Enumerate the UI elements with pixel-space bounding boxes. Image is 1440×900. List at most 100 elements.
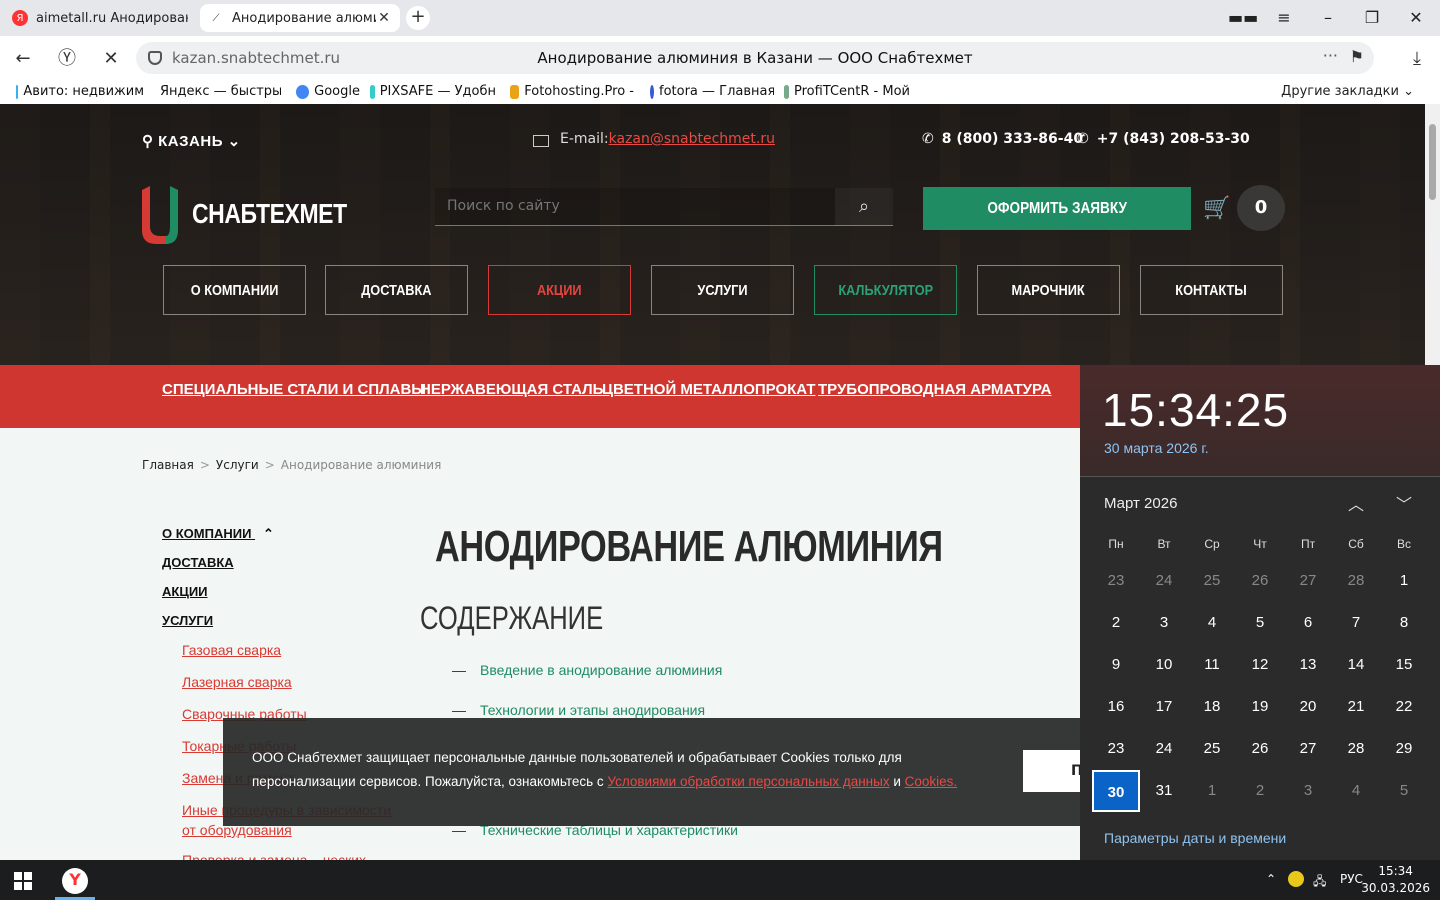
calendar-day[interactable]: 3 (1284, 770, 1332, 812)
new-tab-button[interactable]: + (406, 6, 430, 30)
more-icon[interactable]: ··· (1323, 46, 1338, 65)
calendar-day[interactable]: 4 (1332, 770, 1380, 812)
calendar-month[interactable]: Март 2026 (1104, 495, 1177, 512)
calendar-day[interactable]: 13 (1284, 644, 1332, 686)
url-field[interactable]: kazan.snabtechmet.ru Анодирование алюмин… (136, 42, 1374, 74)
calendar-day[interactable]: 4 (1188, 602, 1236, 644)
calendar-day[interactable]: 31 (1140, 770, 1188, 812)
cookie-accept-button[interactable]: П (1023, 750, 1080, 792)
calendar-day[interactable]: 28 (1332, 560, 1380, 602)
calendar-day[interactable]: 11 (1188, 644, 1236, 686)
bookmark-yandex[interactable]: Яндекс — быстры (155, 84, 281, 99)
calendar-day[interactable]: 2 (1092, 602, 1140, 644)
calendar-day[interactable]: 27 (1284, 560, 1332, 602)
taskbar-clock[interactable]: 15:34 30.03.2026 (1361, 863, 1430, 897)
cookies-link[interactable]: Cookies. (905, 774, 958, 789)
calendar-day[interactable]: 15 (1380, 644, 1428, 686)
breadcrumb-services[interactable]: Услуги (216, 458, 259, 472)
menu-grades[interactable]: МАРОЧНИК (977, 265, 1120, 315)
calendar-day[interactable]: 19 (1236, 686, 1284, 728)
tray-chevron-up-icon[interactable]: ⌃ (1266, 872, 1276, 886)
calendar-day[interactable]: 26 (1236, 728, 1284, 770)
search-input[interactable] (447, 198, 827, 214)
phone-2[interactable]: ✆ +7 (843) 208-53-30 (1077, 131, 1250, 147)
logo-text[interactable]: СНАБТЕХМЕТ (192, 198, 347, 230)
cart-count-badge[interactable]: 0 (1237, 185, 1285, 231)
logo-icon[interactable] (142, 186, 178, 244)
menu-promotions[interactable]: АКЦИИ (488, 265, 631, 315)
calendar-day[interactable]: 5 (1380, 770, 1428, 812)
phone-1[interactable]: ✆ 8 (800) 333-86-40 (922, 131, 1083, 147)
calendar-day[interactable]: 29 (1380, 728, 1428, 770)
calendar-day[interactable]: 27 (1284, 728, 1332, 770)
close-tab-icon[interactable]: ✕ (376, 10, 392, 26)
calendar-day[interactable]: 2 (1236, 770, 1284, 812)
calendar-day[interactable]: 18 (1188, 686, 1236, 728)
menu-calculator[interactable]: КАЛЬКУЛЯТОР (814, 265, 957, 315)
menu-about[interactable]: О КОМПАНИИ (163, 265, 306, 315)
cart-icon[interactable]: 🛒 (1203, 196, 1230, 221)
network-icon[interactable]: 🖧 (1313, 872, 1326, 893)
yandex-home-icon[interactable]: Ⓨ (54, 46, 80, 72)
bookmark-pixsafe[interactable]: PIXSAFE — Удобн (370, 84, 496, 99)
tab-aimetall[interactable]: Я aimetall.ru Анодирование (4, 4, 196, 32)
sidebar-item-promotions[interactable]: АКЦИИ (162, 584, 208, 599)
calendar-day[interactable]: 22 (1380, 686, 1428, 728)
back-arrow-icon[interactable]: ← (10, 46, 36, 72)
category-pipeline-fittings[interactable]: ТРУБОПРОВОДНАЯ АРМАТУРА (818, 381, 1051, 398)
toc-item[interactable]: — Технологии и этапы анодирования (452, 702, 705, 718)
calendar-day[interactable]: 24 (1140, 728, 1188, 770)
calendar-day[interactable]: 5 (1236, 602, 1284, 644)
calendar-day-today[interactable]: 30 (1092, 770, 1140, 812)
chevron-down-icon[interactable]: ﹀ (1396, 491, 1412, 515)
calendar-day[interactable]: 25 (1188, 728, 1236, 770)
download-icon[interactable]: ⤓ (1404, 46, 1430, 72)
bookmark-google[interactable]: Google (296, 84, 360, 99)
tab-active[interactable]: ⟋ Анодирование алюминия ✕ (200, 4, 400, 32)
calendar-day[interactable]: 17 (1140, 686, 1188, 728)
category-nonferrous[interactable]: ЦВЕТНОЙ МЕТАЛЛОПРОКАТ (602, 381, 816, 398)
calendar-day[interactable]: 8 (1380, 602, 1428, 644)
sidebar-sub-laser-welding[interactable]: Лазерная сварка (182, 674, 292, 690)
calendar-day[interactable]: 23 (1092, 728, 1140, 770)
calendar-day[interactable]: 21 (1332, 686, 1380, 728)
chevron-up-icon[interactable]: ︿ (1348, 491, 1364, 515)
calendar-day[interactable]: 3 (1140, 602, 1188, 644)
category-special-steels[interactable]: СПЕЦИАЛЬНЫЕ СТАЛИ И СПЛАВЫ (162, 381, 426, 398)
bookmark-fotohosting[interactable]: Fotohosting.Pro - (510, 84, 634, 99)
menu-delivery[interactable]: ДОСТАВКА (325, 265, 468, 315)
menu-icon[interactable]: ≡ (1272, 6, 1296, 30)
calendar-day[interactable]: 20 (1284, 686, 1332, 728)
calendar-day[interactable]: 23 (1092, 560, 1140, 602)
sidebar-item-delivery[interactable]: ДОСТАВКА (162, 555, 234, 570)
stop-loading-icon[interactable]: ✕ (98, 46, 124, 72)
yandex-browser-icon[interactable] (62, 868, 88, 894)
bookmark-fotora[interactable]: fotora — Главная (650, 84, 774, 99)
date-time-settings-link[interactable]: Параметры даты и времени (1104, 830, 1286, 846)
bookmark-icon[interactable]: ⚑ (1350, 47, 1364, 66)
toc-item[interactable]: — Введение в анодирование алюминия (452, 662, 722, 678)
calendar-day[interactable]: 6 (1284, 602, 1332, 644)
calendar-day[interactable]: 7 (1332, 602, 1380, 644)
calendar-day[interactable]: 16 (1092, 686, 1140, 728)
order-button[interactable]: ОФОРМИТЬ ЗАЯВКУ (923, 187, 1191, 230)
language-indicator[interactable]: РУС (1340, 872, 1363, 886)
tray-app-icon[interactable] (1288, 871, 1304, 887)
sidebar-item-services[interactable]: УСЛУГИ (162, 613, 213, 628)
calendar-day[interactable]: 1 (1188, 770, 1236, 812)
calendar-day[interactable]: 25 (1188, 560, 1236, 602)
menu-contacts[interactable]: КОНТАКТЫ (1140, 265, 1283, 315)
incognito-glasses-icon[interactable]: ▬▬ (1228, 6, 1258, 30)
bookmark-avito[interactable]: Авито: недвижим (16, 84, 144, 99)
breadcrumb-home[interactable]: Главная (142, 458, 194, 472)
menu-services[interactable]: УСЛУГИ (651, 265, 794, 315)
bookmark-profitcentr[interactable]: ProfiTCentR - Мой (784, 84, 910, 99)
toc-link[interactable]: Технологии и этапы анодирования (480, 702, 705, 718)
calendar-day[interactable]: 1 (1380, 560, 1428, 602)
calendar-day[interactable]: 9 (1092, 644, 1140, 686)
minimize-button[interactable]: – (1316, 6, 1340, 30)
calendar-day[interactable]: 10 (1140, 644, 1188, 686)
windows-start-icon[interactable] (14, 872, 32, 890)
close-window-button[interactable]: ✕ (1404, 6, 1428, 30)
calendar-day[interactable]: 14 (1332, 644, 1380, 686)
